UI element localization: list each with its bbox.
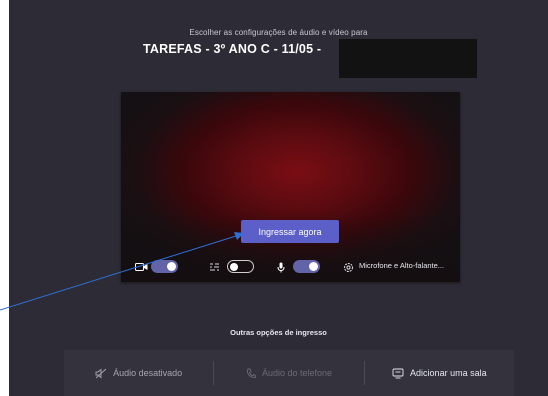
- prejoin-subtitle: Escolher as configurações de áudio e víd…: [189, 28, 368, 37]
- other-join-options: Áudio desativado Áudio do telefone Adici…: [64, 350, 514, 396]
- background-effects-toggle[interactable]: [227, 260, 254, 273]
- other-options-heading: Outras opções de ingresso: [230, 328, 327, 337]
- gear-icon[interactable]: [343, 258, 354, 276]
- device-settings-label[interactable]: Microfone e Alto-falante...: [359, 261, 444, 270]
- audio-off-option[interactable]: Áudio desativado: [64, 361, 213, 385]
- add-room-label: Adicionar uma sala: [410, 368, 487, 378]
- redaction-box: [339, 39, 477, 78]
- teams-prejoin-screen: Escolher as configurações de áudio e víd…: [9, 0, 548, 396]
- background-blur-icon: [209, 258, 220, 276]
- phone-audio-option[interactable]: Áudio do telefone: [213, 361, 363, 385]
- microphone-toggle[interactable]: [293, 260, 320, 273]
- join-now-button[interactable]: Ingressar agora: [241, 220, 339, 243]
- microphone-icon: [277, 258, 285, 276]
- camera-icon: [135, 258, 148, 276]
- device-controls: Microfone e Alto-falante...: [121, 258, 460, 276]
- phone-audio-label: Áudio do telefone: [261, 368, 333, 378]
- phone-icon: [246, 368, 256, 379]
- room-icon: [392, 368, 404, 379]
- video-preview: Ingressar agora Microfone e Alto-falante…: [121, 92, 460, 282]
- meeting-title: TAREFAS - 3º ANO C - 11/05 -: [143, 42, 322, 56]
- camera-toggle[interactable]: [151, 260, 178, 273]
- audio-off-label: Áudio desativado: [113, 368, 183, 378]
- add-room-option[interactable]: Adicionar uma sala: [363, 361, 514, 385]
- speaker-muted-icon: [95, 368, 107, 379]
